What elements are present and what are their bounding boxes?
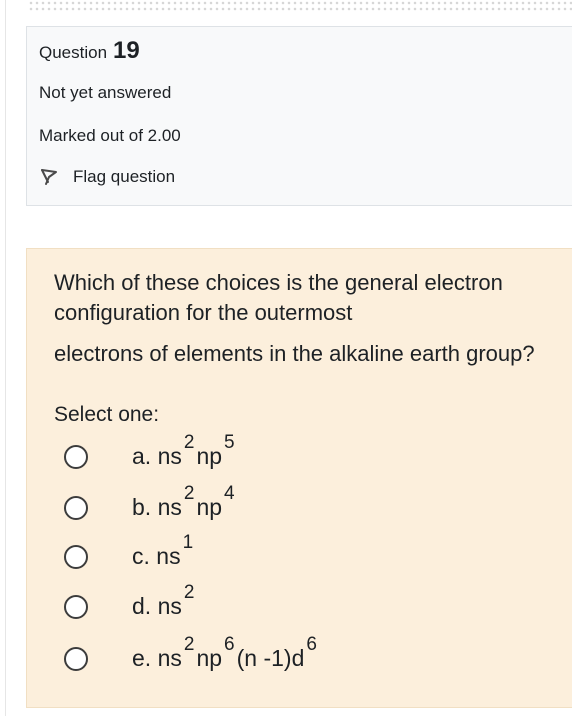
- option-label: e. ns2np6(n -1)d6: [132, 634, 319, 672]
- answer-option-c[interactable]: c. ns1: [64, 532, 504, 575]
- radio-button[interactable]: [64, 545, 88, 569]
- question-text-line-3: electrons of elements in the alkaline ea…: [54, 341, 535, 366]
- option-letter: d.: [132, 593, 158, 619]
- option-letter: c.: [132, 543, 157, 569]
- left-divider: [5, 0, 6, 716]
- option-label: d. ns2: [132, 582, 196, 620]
- option-label: b. ns2np4: [132, 483, 237, 521]
- radio-button[interactable]: [64, 595, 88, 619]
- option-term: ns: [157, 593, 182, 619]
- radio-button[interactable]: [64, 445, 88, 469]
- option-exponent: 6: [306, 634, 317, 655]
- question-state: Not yet answered: [39, 83, 172, 102]
- top-dotted-border: [28, 0, 572, 12]
- option-label: c. ns1: [132, 532, 195, 570]
- option-exponent: 2: [183, 634, 195, 655]
- option-term: np: [196, 645, 223, 671]
- radio-button[interactable]: [64, 647, 88, 671]
- option-exponent: 1: [182, 532, 194, 553]
- answer-option-e[interactable]: e. ns2np6(n -1)d6: [64, 634, 504, 677]
- flag-question-button[interactable]: Flag question: [39, 167, 175, 187]
- question-heading: Question 19: [39, 37, 140, 65]
- flag-icon: [41, 169, 57, 185]
- option-term: ns: [157, 443, 182, 469]
- question-number: 19: [113, 37, 140, 64]
- option-exponent: 2: [183, 432, 195, 453]
- question-info-panel: Question 19 Not yet answered Marked out o…: [26, 26, 572, 206]
- option-term: np: [196, 494, 223, 520]
- option-term: ns: [157, 645, 182, 671]
- option-exponent: 6: [224, 634, 235, 655]
- radio-button[interactable]: [64, 496, 88, 520]
- select-one-prompt: Select one:: [54, 403, 160, 426]
- option-letter: e.: [132, 645, 158, 671]
- question-text-line-1: Which of these choices is the general el…: [54, 270, 503, 295]
- option-exponent: 5: [224, 432, 235, 453]
- option-term: ns: [156, 543, 181, 569]
- option-term: np: [196, 443, 223, 469]
- flag-question-label: Flag question: [73, 167, 176, 186]
- answer-option-b[interactable]: b. ns2np4: [64, 483, 504, 526]
- question-text-line-2: configuration for the outermost: [54, 300, 353, 325]
- question-label: Question: [39, 43, 108, 62]
- option-term: ns: [157, 494, 182, 520]
- question-content-panel: Which of these choices is the general el…: [26, 248, 572, 708]
- question-grade: Marked out of 2.00: [39, 126, 181, 145]
- option-letter: b.: [132, 494, 158, 520]
- option-exponent: 2: [183, 483, 195, 504]
- option-exponent: 4: [224, 483, 235, 504]
- option-exponent: 2: [183, 582, 195, 603]
- option-term: (n -1)d: [236, 645, 305, 671]
- answer-option-a[interactable]: a. ns2np5: [64, 432, 504, 475]
- answer-option-d[interactable]: d. ns2: [64, 582, 504, 625]
- option-letter: a.: [132, 443, 158, 469]
- option-label: a. ns2np5: [132, 432, 237, 470]
